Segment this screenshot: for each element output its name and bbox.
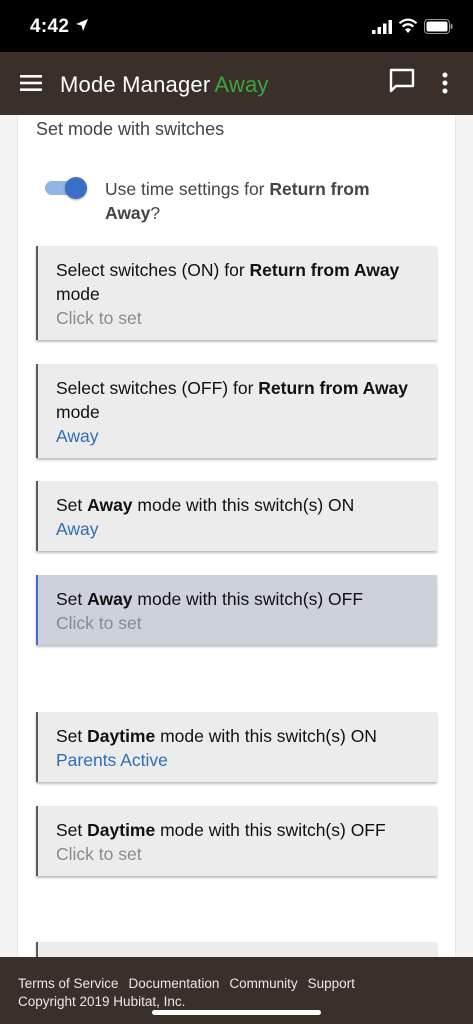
copyright-text: Copyright 2019 Hubitat, Inc. [18,994,186,1009]
community-link[interactable]: Community [229,976,297,991]
more-options-icon[interactable] [436,69,454,97]
section-title: Set mode with switches [36,119,225,139]
setting-label: Set [56,589,88,609]
setting-label-suffix: mode with this switch(s) ON [155,726,377,746]
status-bar: 4:42 [0,0,473,52]
app-title: Mode Manager [60,72,211,97]
current-mode-label: Away [214,72,269,97]
setting-label: Select switches (ON) for [56,260,250,280]
setting-label-mode: Away [87,589,133,609]
setting-label-suffix: mode with this switch(s) OFF [132,589,364,609]
setting-label-mode: Daytime [87,820,156,840]
setting-label-suffix: mode with this switch(s) OFF [155,820,386,840]
documentation-link[interactable]: Documentation [129,976,220,991]
app-bar: Mode Manager Away [0,52,473,115]
support-link[interactable]: Support [308,976,355,991]
toggle-label-text: Use time settings for [105,179,270,199]
setting-label-suffix: mode with this switch(s) ON [132,495,355,515]
setting-value: Click to set [56,308,142,328]
away-switch-on-setting[interactable]: Set Away mode with this switch(s) ON Awa… [36,481,437,551]
setting-value: Away [56,519,99,539]
wifi-icon [398,18,418,33]
battery-icon [424,19,453,34]
time-settings-toggle-label: Use time settings for Return from Away? [105,177,425,225]
setting-label-mode: Daytime [87,726,156,746]
return-from-away-switches-on-setting[interactable]: Select switches (ON) for Return from Awa… [36,246,437,340]
setting-label-suffix: mode [56,402,100,422]
settings-content[interactable]: Set mode with switches Use time settings… [0,115,473,957]
terms-of-service-link[interactable]: Terms of Service [18,976,119,991]
feedback-chat-icon[interactable] [388,67,416,95]
setting-label-suffix: mode [56,284,100,304]
setting-value: Parents Active [56,750,168,770]
setting-label: Set [56,820,88,840]
page-title: Mode Manager Away [60,72,269,98]
cellular-signal-icon [372,20,392,34]
daytime-switch-on-setting[interactable]: Set Daytime mode with this switch(s) ON … [36,712,437,782]
return-from-away-switches-off-setting[interactable]: Select switches (OFF) for Return from Aw… [36,364,437,458]
setting-label-mode: Away [87,495,133,515]
daytime-switch-off-setting[interactable]: Set Daytime mode with this switch(s) OFF… [36,806,437,876]
footer-links: Terms of Service Documentation Community Su… [18,976,365,991]
time-settings-toggle[interactable] [45,177,87,199]
setting-value: Click to set [56,613,142,633]
setting-label: Set [56,726,88,746]
setting-label-mode: Return from Away [258,378,409,398]
location-arrow-icon [76,19,88,31]
next-setting-partial[interactable] [36,942,437,957]
toggle-label-suffix: ? [150,203,161,223]
home-indicator[interactable] [152,1010,321,1015]
setting-label: Set [56,495,88,515]
setting-value: Away [56,426,99,446]
setting-label: Select switches (OFF) for [56,378,259,398]
status-time: 4:42 [30,16,70,37]
hamburger-menu-icon[interactable] [18,70,44,96]
away-switch-off-setting[interactable]: Set Away mode with this switch(s) OFF Cl… [36,575,437,645]
toggle-knob [65,177,87,199]
setting-label-mode: Return from Away [249,260,400,280]
setting-value: Click to set [56,844,142,864]
